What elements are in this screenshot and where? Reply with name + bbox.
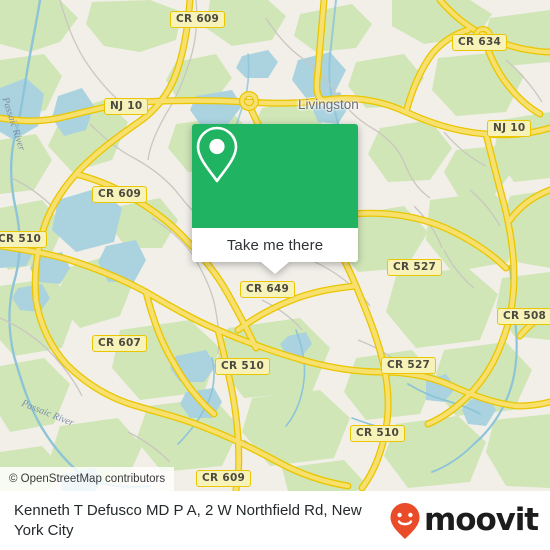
map-canvas[interactable]: CR 609 CR 634 NJ 10 NJ 10 CR 609 CR 510 … <box>0 0 550 491</box>
osm-attribution-text: © OpenStreetMap contributors <box>9 473 166 485</box>
take-me-there-button[interactable]: Take me there <box>192 228 358 262</box>
road-shield: CR 508 <box>497 308 550 325</box>
popup-pointer-tail <box>261 262 289 274</box>
road-shield: CR 609 <box>92 186 148 203</box>
road-shield: CR 510 <box>215 358 271 375</box>
location-title: Kenneth T Defusco MD P A, 2 W Northfield… <box>14 501 362 539</box>
road-shield: CR 649 <box>240 281 296 298</box>
road-shield: CR 527 <box>387 259 443 276</box>
road-shield: CR 527 <box>381 357 437 374</box>
location-popup-card[interactable]: Take me there <box>192 124 358 274</box>
osm-attribution[interactable]: © OpenStreetMap contributors <box>0 467 175 491</box>
map-pin-icon <box>196 126 238 183</box>
road-shield: CR 607 <box>92 335 148 352</box>
take-me-there-label: Take me there <box>226 236 324 254</box>
road-shield: CR 510 <box>350 425 406 442</box>
road-shield: NJ 10 <box>487 120 532 137</box>
map-page: CR 609 CR 634 NJ 10 NJ 10 CR 609 CR 510 … <box>0 0 550 550</box>
popup-pin-panel <box>192 124 358 228</box>
road-shield: NJ 10 <box>104 98 149 115</box>
footer-bar: Kenneth T Defusco MD P A, 2 W Northfield… <box>0 491 550 550</box>
moovit-logo[interactable]: moovit <box>389 502 539 540</box>
road-shield: CR 609 <box>196 470 252 487</box>
road-shield: CR 609 <box>170 11 226 28</box>
place-label-livingston: Livingston <box>298 97 359 112</box>
moovit-pin-smiley-icon <box>390 502 420 539</box>
road-shield: CR 634 <box>452 34 508 51</box>
road-shield: CR 510 <box>0 231 48 248</box>
moovit-wordmark: moovit <box>424 502 539 538</box>
